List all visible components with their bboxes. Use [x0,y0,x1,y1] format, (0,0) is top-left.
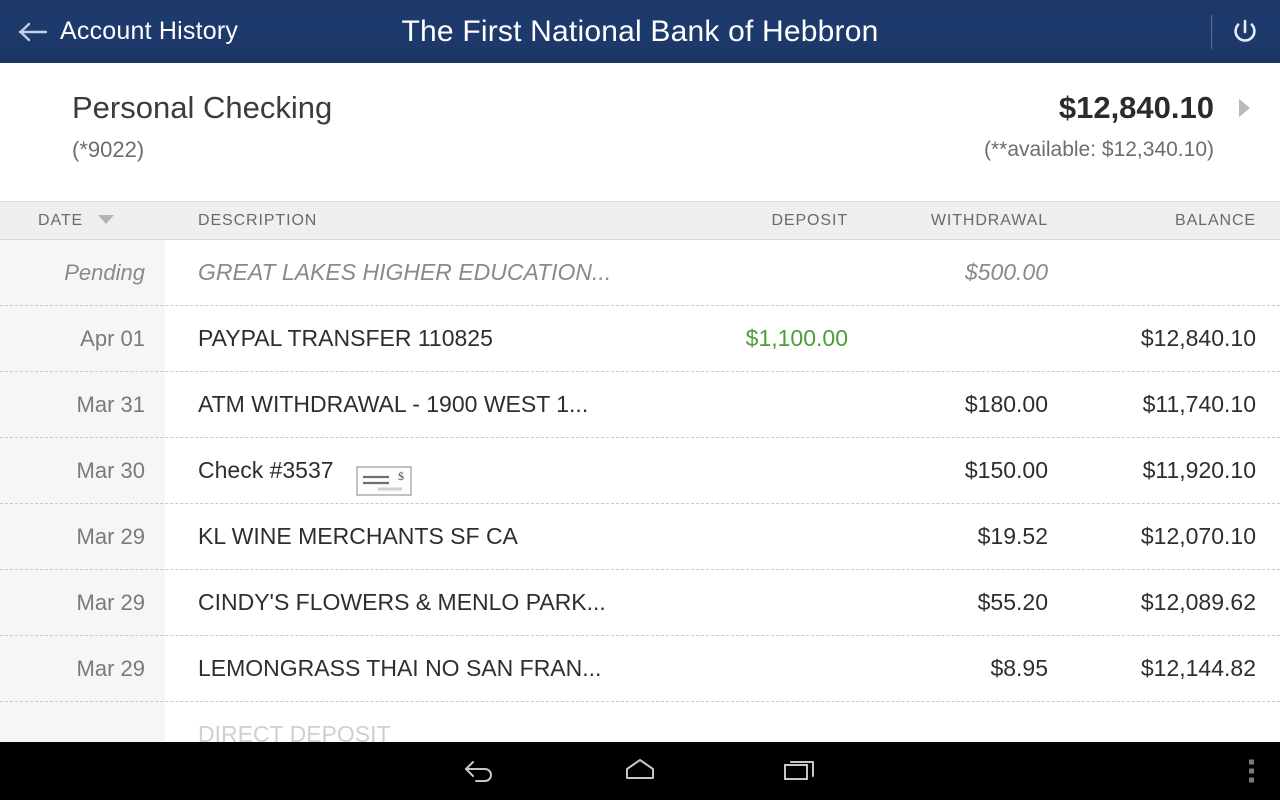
svg-text:$: $ [398,469,404,483]
table-row[interactable]: Mar 29 CINDY'S FLOWERS & MENLO PARK... $55… [0,570,1280,636]
system-navigation-bar [0,742,1280,800]
table-row[interactable]: Mar 29 KL WINE MERCHANTS SF CA $19.52 $12,0… [0,504,1280,570]
cell-deposit [624,636,848,701]
cell-date: Apr 01 [80,326,145,351]
cell-withdrawal [848,306,1048,371]
action-bar: Account History The First National Bank … [0,0,1280,63]
up-navigation-button[interactable]: Account History [0,17,238,46]
transactions-table-header: DATE DESCRIPTION DEPOSIT WITHDRAWAL BALA… [0,202,1280,240]
account-identity: Personal Checking (*9022) [72,89,332,163]
account-balance: $12,840.10 [1058,90,1214,125]
column-header-date-label: DATE [38,212,84,229]
cell-balance: $12,089.62 [1140,589,1256,615]
cell-withdrawal: $500.00 [964,259,1048,285]
cell-withdrawal: $55.20 [977,589,1048,615]
cell-description: PAYPAL TRANSFER 110825 [198,325,493,351]
chevron-right-icon[interactable] [1236,97,1252,119]
cell-deposit [624,570,848,635]
cell-date: Pending [64,260,145,285]
cell-balance: $12,144.82 [1140,655,1256,681]
table-row[interactable]: Mar 30 Check #3537 $ $150.00 $11,920.10 [0,438,1280,504]
cell-balance [1048,702,1256,746]
column-header-withdrawal[interactable]: WITHDRAWAL [848,202,1048,239]
transaction-rows: Pending GREAT LAKES HIGHER EDUCATION... $5… [0,240,1280,746]
cell-withdrawal: $150.00 [964,457,1048,483]
cell-balance [1048,240,1256,305]
account-number: (*9022) [72,137,145,162]
overflow-dot [1249,768,1254,774]
cell-balance: $12,840.10 [1140,325,1256,351]
nav-recents-button[interactable] [720,756,880,787]
table-row[interactable]: DIRECT DEPOSIT [0,702,1280,746]
back-arrow-icon [18,21,48,43]
cell-deposit [624,240,848,305]
action-bar-right [1211,14,1280,49]
balance-row: $12,840.10 [984,89,1254,127]
account-name: Personal Checking [72,90,333,125]
cell-withdrawal: $8.95 [990,655,1048,681]
transactions-list[interactable]: Pending GREAT LAKES HIGHER EDUCATION... $5… [0,240,1280,746]
cell-description: DIRECT DEPOSIT [198,721,391,746]
cell-description-label: Check #3537 [198,457,334,483]
cell-description: KL WINE MERCHANTS SF CA [198,523,518,549]
cell-withdrawal [848,702,1048,746]
table-row[interactable]: Pending GREAT LAKES HIGHER EDUCATION... $5… [0,240,1280,306]
overflow-menu-icon[interactable] [1249,759,1254,783]
check-image-icon[interactable]: $ [355,456,412,496]
cell-withdrawal: $19.52 [977,523,1048,549]
nav-home-icon [623,757,657,786]
column-header-balance[interactable]: BALANCE [1048,202,1256,239]
cell-description: GREAT LAKES HIGHER EDUCATION... [198,259,612,285]
cell-balance: $12,070.10 [1140,523,1256,549]
cell-description: CINDY'S FLOWERS & MENLO PARK... [198,589,606,615]
cell-withdrawal: $180.00 [964,391,1048,417]
cell-deposit: $1,100.00 [745,325,848,351]
cell-deposit [624,504,848,569]
column-header-date[interactable]: DATE [38,202,115,239]
nav-recents-icon [783,756,817,787]
nav-home-button[interactable] [560,757,720,786]
up-label: Account History [60,17,239,45]
cell-date [0,702,145,746]
cell-date: Mar 31 [76,392,145,417]
table-row[interactable]: Apr 01 PAYPAL TRANSFER 110825 $1,100.00 $12… [0,306,1280,372]
column-header-description[interactable]: DESCRIPTION [198,202,317,239]
account-balances: $12,840.10 (**available: $12,340.10) [984,89,1254,163]
cell-date: Mar 29 [76,590,145,615]
available-balance: (**available: $12,340.10) [984,138,1214,161]
cell-deposit [624,438,848,503]
column-header-deposit[interactable]: DEPOSIT [624,202,848,239]
cell-date: Mar 30 [76,458,145,483]
overflow-dot [1249,777,1254,783]
cell-date: Mar 29 [76,656,145,681]
cell-date: Mar 29 [76,524,145,549]
nav-back-button[interactable] [400,756,560,787]
cell-deposit [624,702,848,746]
overflow-dot [1249,759,1254,765]
table-row[interactable]: Mar 29 LEMONGRASS THAI NO SAN FRAN... $8.9… [0,636,1280,702]
action-bar-divider [1211,14,1212,49]
app-root: Account History The First National Bank … [0,0,1280,800]
sort-descending-icon [98,215,115,225]
power-icon[interactable] [1230,17,1260,47]
nav-back-icon [463,756,497,787]
cell-balance: $11,920.10 [1142,457,1256,483]
cell-balance: $11,740.10 [1142,391,1256,417]
cell-description: ATM WITHDRAWAL - 1900 WEST 1... [198,391,589,417]
table-row[interactable]: Mar 31 ATM WITHDRAWAL - 1900 WEST 1... $18… [0,372,1280,438]
cell-description: Check #3537 $ [198,438,618,503]
cell-deposit [624,372,848,437]
account-summary[interactable]: Personal Checking (*9022) $12,840.10 (**… [0,63,1280,202]
cell-description: LEMONGRASS THAI NO SAN FRAN... [198,655,602,681]
